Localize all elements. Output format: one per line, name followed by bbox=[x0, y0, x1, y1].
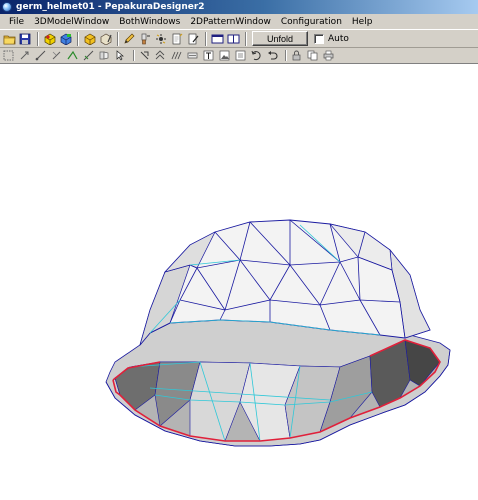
fold-icon[interactable] bbox=[82, 50, 94, 62]
auto-checkbox[interactable] bbox=[314, 33, 324, 44]
pattern-icon[interactable] bbox=[170, 50, 182, 62]
pencil-icon[interactable] bbox=[122, 32, 136, 46]
cut-icon[interactable] bbox=[50, 50, 62, 62]
image-icon[interactable] bbox=[218, 50, 230, 62]
menu-file[interactable]: File bbox=[4, 17, 29, 27]
menu-2dpatternwindow[interactable]: 2DPatternWindow bbox=[185, 17, 276, 27]
main-toolbar: Unfold Auto bbox=[0, 29, 478, 48]
page-icon[interactable] bbox=[170, 32, 184, 46]
menu-configuration[interactable]: Configuration bbox=[276, 17, 347, 27]
edge-icon[interactable] bbox=[186, 50, 198, 62]
toolbar-separator bbox=[37, 31, 39, 46]
text-icon[interactable] bbox=[202, 50, 214, 62]
window-split-icon[interactable] bbox=[226, 32, 240, 46]
unfold-button[interactable]: Unfold bbox=[252, 31, 308, 46]
menu-bar: File 3DModelWindow BothWindows 2DPattern… bbox=[0, 14, 478, 29]
paint-icon[interactable] bbox=[138, 32, 152, 46]
select-icon[interactable] bbox=[2, 50, 14, 62]
toolbar-separator bbox=[77, 31, 79, 46]
window-icon[interactable] bbox=[210, 32, 224, 46]
undo-icon[interactable] bbox=[266, 50, 278, 62]
toolbar-separator bbox=[285, 50, 287, 61]
join-icon[interactable] bbox=[66, 50, 78, 62]
helmet-model[interactable] bbox=[0, 64, 478, 500]
copy-icon[interactable] bbox=[306, 50, 318, 62]
lock-icon[interactable] bbox=[290, 50, 302, 62]
auto-checkbox-label: Auto bbox=[328, 33, 349, 44]
open-icon[interactable] bbox=[2, 32, 16, 46]
window-title: germ_helmet01 - PepakuraDesigner2 bbox=[16, 2, 205, 12]
3d-model-viewport[interactable] bbox=[0, 64, 478, 500]
move-icon[interactable] bbox=[18, 50, 30, 62]
menu-bothwindows[interactable]: BothWindows bbox=[114, 17, 185, 27]
line-icon[interactable] bbox=[34, 50, 46, 62]
toolbar-separator bbox=[133, 50, 135, 61]
toolbar-separator bbox=[245, 31, 247, 46]
title-bar: germ_helmet01 - PepakuraDesigner2 bbox=[0, 0, 478, 14]
menu-3dmodelwindow[interactable]: 3DModelWindow bbox=[29, 17, 114, 27]
model-icon[interactable] bbox=[42, 32, 56, 46]
print-icon[interactable] bbox=[322, 50, 334, 62]
flap-icon[interactable] bbox=[98, 50, 110, 62]
pepakura-app-icon[interactable] bbox=[2, 2, 12, 12]
page-edit-icon[interactable] bbox=[186, 32, 200, 46]
arrow-icon[interactable] bbox=[114, 50, 126, 62]
rotate-icon[interactable] bbox=[154, 32, 168, 46]
menu-help[interactable]: Help bbox=[347, 17, 378, 27]
box-edit-icon[interactable] bbox=[98, 32, 112, 46]
save-icon[interactable] bbox=[18, 32, 32, 46]
rotate-part-icon[interactable] bbox=[250, 50, 262, 62]
cube-icon[interactable] bbox=[82, 32, 96, 46]
pan-icon[interactable] bbox=[154, 50, 166, 62]
toolbar-separator bbox=[117, 31, 119, 46]
texture-icon[interactable] bbox=[58, 32, 72, 46]
edit-toolbar bbox=[0, 48, 478, 64]
fit-icon[interactable] bbox=[234, 50, 246, 62]
toolbar-separator bbox=[205, 31, 207, 46]
hand-icon[interactable] bbox=[138, 50, 150, 62]
